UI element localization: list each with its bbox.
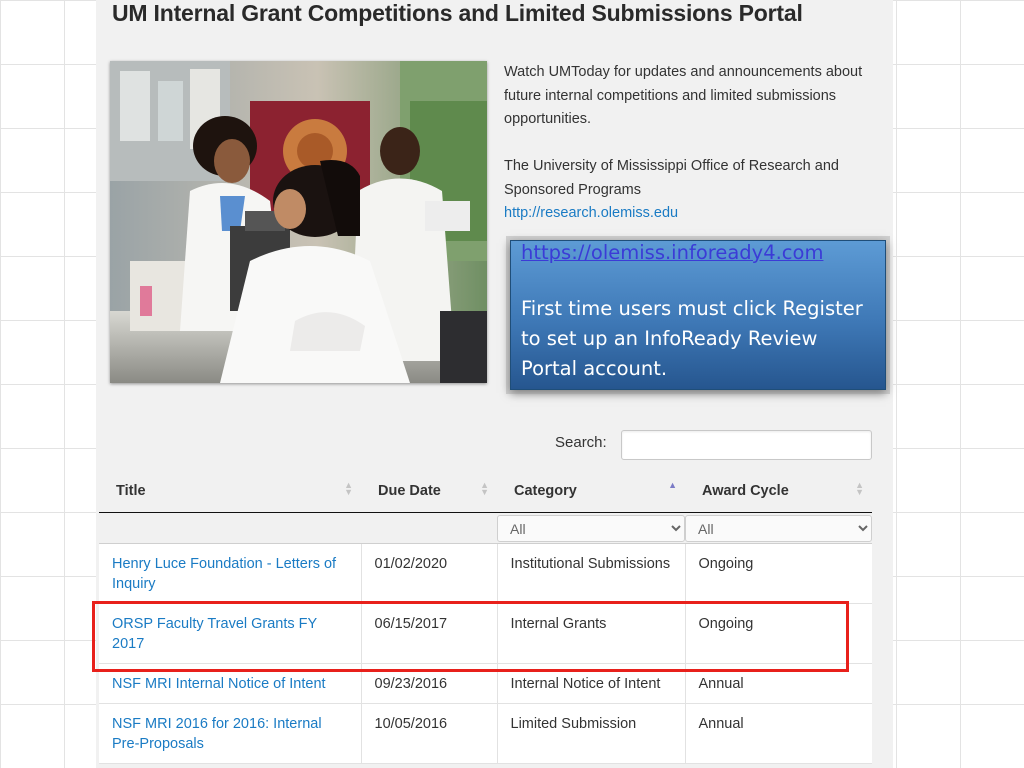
intro-paragraph: Watch UMToday for updates and announceme… <box>504 64 863 127</box>
competition-link[interactable]: ORSP Faculty Travel Grants FY 2017 <box>112 616 317 652</box>
column-category-label: Category <box>514 482 577 499</box>
search-input[interactable] <box>621 430 872 460</box>
cell-due-date: 01/02/2020 <box>361 543 498 604</box>
column-due-date-label: Due Date <box>378 482 441 499</box>
cell-category: Institutional Submissions <box>497 543 686 604</box>
category-filter-select[interactable]: All <box>497 515 685 542</box>
cell-category: Internal Notice of Intent <box>497 663 686 704</box>
sort-arrows-icon: ▲ ▼ <box>480 480 489 497</box>
column-header-category[interactable]: Category ▲ <box>497 470 685 513</box>
filter-cell-award-cycle: All <box>685 512 872 544</box>
cell-award-cycle: Ongoing <box>685 543 872 604</box>
cell-category: Internal Grants <box>497 603 686 664</box>
register-callout: https://olemiss.infoready4.com First tim… <box>510 240 886 390</box>
cell-category: Limited Submission <box>497 703 686 764</box>
cell-award-cycle: Annual <box>685 703 872 764</box>
cell-due-date: 10/05/2016 <box>361 703 498 764</box>
table-row: NSF MRI Internal Notice of Intent 09/23/… <box>99 663 872 704</box>
cell-title: Henry Luce Foundation - Letters of Inqui… <box>99 543 362 604</box>
cell-title: ORSP Faculty Travel Grants FY 2017 <box>99 603 362 664</box>
competition-link[interactable]: Henry Luce Foundation - Letters of Inqui… <box>112 556 336 592</box>
infoready-link[interactable]: https://olemiss.infoready4.com <box>521 240 877 266</box>
filter-cell-empty <box>99 512 361 544</box>
column-header-title[interactable]: Title ▲ ▼ <box>99 470 361 513</box>
page-title: UM Internal Grant Competitions and Limit… <box>112 0 803 26</box>
competition-link[interactable]: NSF MRI Internal Notice of Intent <box>112 676 326 692</box>
lab-photo <box>110 61 487 383</box>
cell-award-cycle: Ongoing <box>685 603 872 664</box>
filter-cell-category: All <box>497 512 685 544</box>
research-site-link[interactable]: http://research.olemiss.edu <box>504 205 678 221</box>
table-row: ORSP Faculty Travel Grants FY 2017 06/15… <box>99 603 872 664</box>
intro-text: Watch UMToday for updates and announceme… <box>504 61 874 226</box>
cell-title: NSF MRI 2016 for 2016: Internal Pre-Prop… <box>99 703 362 764</box>
column-award-cycle-label: Award Cycle <box>702 482 789 499</box>
table-row: Henry Luce Foundation - Letters of Inqui… <box>99 543 872 604</box>
sort-arrows-icon: ▲ ▼ <box>344 480 353 497</box>
competition-link[interactable]: NSF MRI 2016 for 2016: Internal Pre-Prop… <box>112 716 322 752</box>
filter-row: All All <box>99 512 872 544</box>
competitions-table: Title ▲ ▼ Due Date ▲ ▼ Category ▲ Award Cy… <box>99 470 872 764</box>
cell-award-cycle: Annual <box>685 663 872 704</box>
cell-title: NSF MRI Internal Notice of Intent <box>99 663 362 704</box>
column-header-due-date[interactable]: Due Date ▲ ▼ <box>361 470 497 513</box>
search-label: Search: <box>555 434 607 451</box>
column-title-label: Title <box>116 482 146 499</box>
callout-message: First time users must click Register to … <box>521 297 863 380</box>
cell-due-date: 06/15/2017 <box>361 603 498 664</box>
portal-panel: UM Internal Grant Competitions and Limit… <box>92 0 893 768</box>
table-row: NSF MRI 2016 for 2016: Internal Pre-Prop… <box>99 703 872 764</box>
sort-arrows-icon: ▲ ▼ <box>855 480 864 497</box>
filter-cell-empty <box>361 512 497 544</box>
table-header-row: Title ▲ ▼ Due Date ▲ ▼ Category ▲ Award Cy… <box>99 470 872 513</box>
cell-due-date: 09/23/2016 <box>361 663 498 704</box>
orsp-paragraph: The University of Mississippi Office of … <box>504 158 839 198</box>
sort-ascending-icon: ▲ <box>668 480 677 490</box>
column-header-award-cycle[interactable]: Award Cycle ▲ ▼ <box>685 470 872 513</box>
award-cycle-filter-select[interactable]: All <box>685 515 872 542</box>
